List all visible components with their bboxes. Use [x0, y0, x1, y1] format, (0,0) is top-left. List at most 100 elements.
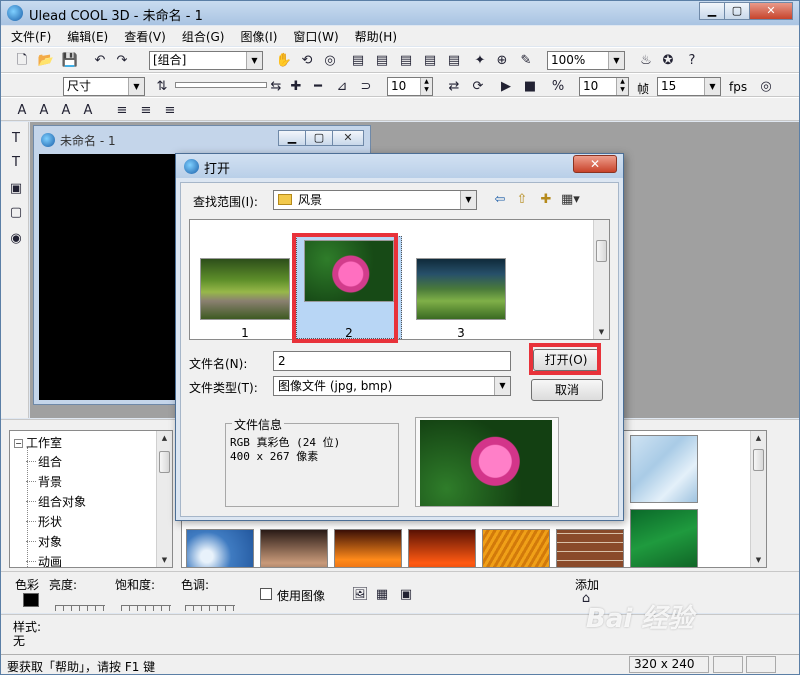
- edit-shape-icon[interactable]: ▢: [7, 204, 25, 222]
- target-icon[interactable]: ◎: [757, 78, 775, 96]
- add-icon[interactable]: ✚: [287, 78, 305, 96]
- zoom-combo[interactable]: 100% ▼: [547, 51, 625, 70]
- help-pointer-icon[interactable]: ?: [683, 52, 701, 70]
- scroll-down-icon[interactable]: ▼: [751, 553, 766, 567]
- remove-icon[interactable]: ━: [309, 78, 327, 96]
- value-spinner-2[interactable]: 10 ▲ ▼: [579, 77, 629, 96]
- align-center-icon[interactable]: ≡: [137, 102, 155, 120]
- undo-icon[interactable]: ↶: [91, 52, 109, 70]
- file-item[interactable]: 1: [192, 220, 294, 341]
- cancel-button[interactable]: 取消: [531, 379, 603, 401]
- look-in-combo[interactable]: 风景 ▼: [273, 190, 477, 210]
- menu-image[interactable]: 图像(I): [230, 28, 283, 45]
- tree-item[interactable]: 组合对象: [25, 493, 86, 510]
- fps-combo[interactable]: 15 ▼: [657, 77, 721, 96]
- scroll-down-icon[interactable]: ▼: [594, 325, 609, 339]
- menu-help[interactable]: 帮助(H): [345, 28, 403, 45]
- tree-item[interactable]: 背景: [25, 473, 62, 490]
- play-icon[interactable]: ▶: [497, 78, 515, 96]
- doc-maximize-button[interactable]: ▢: [305, 130, 333, 146]
- image-edit-icon[interactable]: ▣: [397, 586, 415, 604]
- arrows-icon[interactable]: ⇆: [267, 78, 285, 96]
- target-icon[interactable]: ◎: [321, 52, 339, 70]
- image-icon[interactable]: 🖼: [351, 586, 369, 604]
- refresh-icon[interactable]: ⟳: [469, 78, 487, 96]
- scroll-up-icon[interactable]: ▲: [751, 431, 766, 445]
- tree-item[interactable]: 动画: [25, 553, 62, 567]
- insert-object-icon[interactable]: ◉: [7, 230, 25, 248]
- filename-input[interactable]: 2: [273, 351, 511, 371]
- hue-slider[interactable]: [185, 596, 235, 611]
- scroll-thumb[interactable]: [159, 451, 170, 473]
- text-style-icon-4[interactable]: A: [79, 102, 97, 120]
- save-icon[interactable]: 💾: [61, 52, 79, 70]
- layer-icon-3[interactable]: ▤: [397, 52, 415, 70]
- back-arrow-icon[interactable]: ⇦: [491, 192, 509, 208]
- new-folder-icon[interactable]: ✚: [537, 192, 555, 208]
- minimize-button[interactable]: ▁: [699, 2, 725, 20]
- tree-item[interactable]: 对象: [25, 533, 62, 550]
- edit-text-icon[interactable]: T: [7, 154, 25, 172]
- up-folder-icon[interactable]: ⇧: [513, 192, 531, 208]
- text-style-icon-2[interactable]: A: [35, 102, 53, 120]
- align-right-icon[interactable]: ≡: [161, 102, 179, 120]
- file-item[interactable]: 3: [408, 220, 510, 341]
- scroll-up-icon[interactable]: ▲: [157, 431, 172, 445]
- rotate-icon[interactable]: ⟲: [298, 52, 316, 70]
- edit-icon[interactable]: ✎: [517, 52, 535, 70]
- insert-shape-icon[interactable]: ▣: [7, 180, 25, 198]
- menu-view[interactable]: 查看(V): [114, 28, 172, 45]
- saturation-slider[interactable]: [121, 596, 171, 611]
- move-arrows-icon[interactable]: ⇅: [153, 78, 171, 96]
- world-icon[interactable]: ✪: [659, 52, 677, 70]
- scroll-down-icon[interactable]: ▼: [157, 553, 172, 567]
- layer-icon-4[interactable]: ▤: [421, 52, 439, 70]
- color-swatch[interactable]: [23, 593, 39, 607]
- texture-thumbnail[interactable]: [260, 529, 328, 567]
- dialog-close-button[interactable]: ✕: [573, 155, 617, 173]
- swap-icon[interactable]: ⇄: [445, 78, 463, 96]
- insert-text-icon[interactable]: T: [7, 130, 25, 148]
- texture-thumbnail[interactable]: [186, 529, 254, 567]
- scroll-thumb[interactable]: [753, 449, 764, 471]
- close-button[interactable]: ✕: [749, 2, 793, 20]
- layer-icon-1[interactable]: ▤: [349, 52, 367, 70]
- doc-minimize-button[interactable]: ▁: [278, 130, 306, 146]
- texture-thumbnail[interactable]: [408, 529, 476, 567]
- view-menu-icon[interactable]: ▦▾: [561, 192, 580, 208]
- text-style-icon-3[interactable]: A: [57, 102, 75, 120]
- gallery-scrollbar[interactable]: ▲ ▼: [750, 431, 766, 567]
- doc-close-button[interactable]: ✕: [332, 130, 364, 146]
- menu-file[interactable]: 文件(F): [1, 28, 57, 45]
- texture-thumbnail[interactable]: [556, 529, 624, 567]
- plugin-icon[interactable]: ♨: [637, 52, 655, 70]
- size-combo[interactable]: 尺寸 ▼: [63, 77, 145, 96]
- tree-item[interactable]: 组合: [25, 453, 62, 470]
- texture-thumbnail[interactable]: [482, 529, 550, 567]
- menu-window[interactable]: 窗口(W): [283, 28, 344, 45]
- image-lock-icon[interactable]: ▦: [373, 586, 391, 604]
- title-bar[interactable]: Ulead COOL 3D - 未命名 - 1 ▁ ▢ ✕: [1, 1, 799, 25]
- stop-icon[interactable]: ■: [521, 78, 539, 96]
- hand-icon[interactable]: ✋: [275, 52, 293, 70]
- tree-scrollbar[interactable]: ▲ ▼: [156, 431, 172, 567]
- dialog-title-bar[interactable]: 打开 ✕: [176, 154, 623, 178]
- new-file-icon[interactable]: 🗋: [13, 52, 31, 70]
- tree-item[interactable]: 形状: [25, 513, 62, 530]
- menu-edit[interactable]: 编辑(E): [57, 28, 114, 45]
- layer-icon-2[interactable]: ▤: [373, 52, 391, 70]
- curve-icon[interactable]: ⊃: [357, 78, 375, 96]
- redo-icon[interactable]: ↷: [113, 52, 131, 70]
- group-combo[interactable]: [组合] ▼: [149, 51, 263, 70]
- menu-group[interactable]: 组合(G): [172, 28, 231, 45]
- texture-thumbnail[interactable]: [630, 509, 698, 567]
- layer-icon-5[interactable]: ▤: [445, 52, 463, 70]
- brightness-slider[interactable]: [55, 596, 105, 611]
- texture-thumbnail[interactable]: [630, 435, 698, 503]
- percent-icon[interactable]: %: [549, 78, 567, 96]
- align-left-icon[interactable]: ≡: [113, 102, 131, 120]
- globe-icon[interactable]: ⊕: [493, 52, 511, 70]
- text-style-icon-1[interactable]: A: [13, 102, 31, 120]
- light-icon[interactable]: ✦: [471, 52, 489, 70]
- value-spinner-1[interactable]: 10 ▲ ▼: [387, 77, 433, 96]
